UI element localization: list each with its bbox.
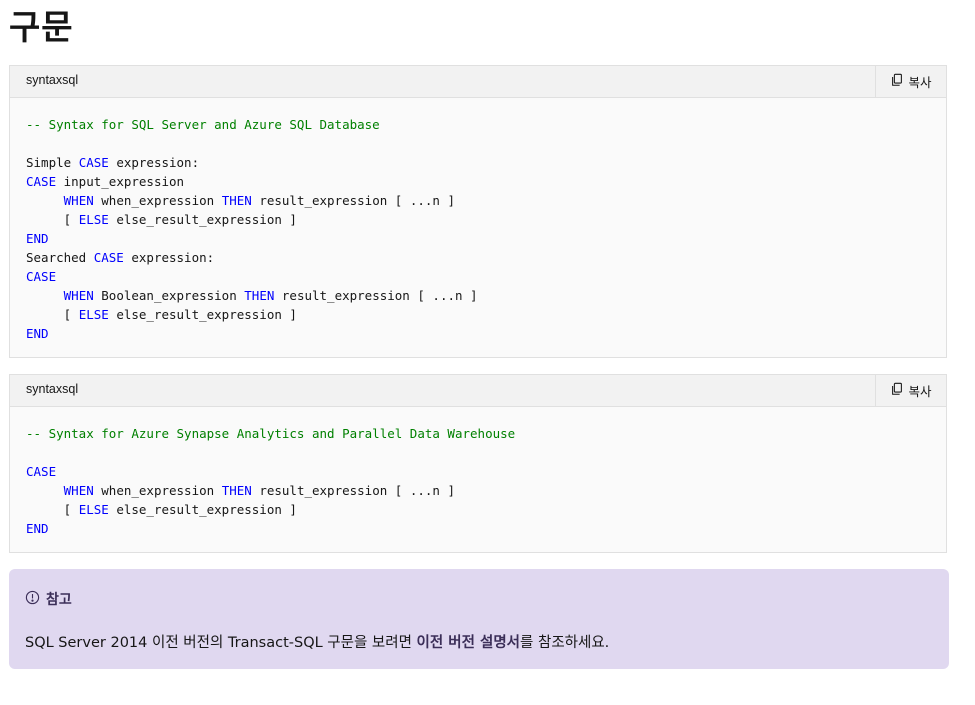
code-line: [ ELSE else_result_expression ] <box>26 500 930 519</box>
note-text-after: 를 참조하세요. <box>520 635 610 651</box>
code-text: expression: <box>123 250 215 265</box>
code-keyword: WHEN <box>63 193 94 208</box>
code-keyword: THEN <box>244 288 275 303</box>
code-text: else_result_expression ] <box>108 502 297 517</box>
note-callout: 참고 SQL Server 2014 이전 버전의 Transact-SQL 구… <box>9 569 949 669</box>
code-line: END <box>26 324 930 343</box>
copy-icon <box>890 382 904 399</box>
code-text: Searched <box>26 250 94 265</box>
code-keyword: WHEN <box>63 288 94 303</box>
code-content: -- Syntax for SQL Server and Azure SQL D… <box>10 98 946 343</box>
code-line: END <box>26 519 930 538</box>
code-keyword: THEN <box>221 483 252 498</box>
copy-button[interactable]: 복사 <box>875 375 946 406</box>
code-text: [ <box>26 307 79 322</box>
code-text: result_expression [ ...n ] <box>251 483 455 498</box>
code-text: [ <box>26 502 79 517</box>
info-circle-icon <box>25 590 40 609</box>
copy-button-label: 복사 <box>908 75 932 90</box>
code-line: [ ELSE else_result_expression ] <box>26 305 930 324</box>
code-line: WHEN when_expression THEN result_express… <box>26 481 930 500</box>
code-header: syntaxsql 복사 <box>10 375 946 407</box>
code-line: END <box>26 229 930 248</box>
code-line: -- Syntax for SQL Server and Azure SQL D… <box>26 115 930 134</box>
code-keyword: END <box>26 326 49 341</box>
copy-icon <box>890 73 904 90</box>
code-keyword: CASE <box>93 250 124 265</box>
code-text: when_expression <box>93 193 222 208</box>
code-language-label: syntaxsql <box>26 382 79 396</box>
code-keyword: END <box>26 231 49 246</box>
code-text: when_expression <box>93 483 222 498</box>
code-keyword: THEN <box>221 193 252 208</box>
code-keyword: CASE <box>26 174 57 189</box>
code-line: CASE <box>26 267 930 286</box>
note-heading: 참고 <box>25 589 72 609</box>
code-text: [ <box>26 212 79 227</box>
code-content: -- Syntax for Azure Synapse Analytics an… <box>10 407 946 538</box>
code-text: input_expression <box>56 174 185 189</box>
code-text: else_result_expression ] <box>108 307 297 322</box>
code-text: expression: <box>108 155 200 170</box>
code-keyword: WHEN <box>63 483 94 498</box>
code-block-1: syntaxsql 복사 -- Syntax for SQL Server an… <box>9 65 947 358</box>
note-body: SQL Server 2014 이전 버전의 Transact-SQL 구문을 … <box>25 631 609 652</box>
page-title: 구문 <box>9 8 74 48</box>
copy-button-label: 복사 <box>908 384 932 399</box>
code-header: syntaxsql 복사 <box>10 66 946 98</box>
code-text: Boolean_expression <box>93 288 245 303</box>
copy-button[interactable]: 복사 <box>875 66 946 97</box>
code-block-2: syntaxsql 복사 -- Syntax for Azure Synapse… <box>9 374 947 553</box>
code-line: -- Syntax for Azure Synapse Analytics an… <box>26 424 930 443</box>
code-text: else_result_expression ] <box>108 212 297 227</box>
code-keyword: ELSE <box>78 212 109 227</box>
code-keyword: ELSE <box>78 307 109 322</box>
code-text: result_expression [ ...n ] <box>274 288 478 303</box>
code-text: Simple <box>26 155 79 170</box>
code-comment: -- Syntax for Azure Synapse Analytics an… <box>26 426 516 441</box>
code-keyword: CASE <box>78 155 109 170</box>
code-line: [ ELSE else_result_expression ] <box>26 210 930 229</box>
code-comment: -- Syntax for SQL Server and Azure SQL D… <box>26 117 380 132</box>
code-line: CASE <box>26 462 930 481</box>
code-keyword: CASE <box>26 269 57 284</box>
previous-versions-link[interactable]: 이전 버전 설명서 <box>417 635 520 651</box>
code-keyword: CASE <box>26 464 57 479</box>
code-line: WHEN when_expression THEN result_express… <box>26 191 930 210</box>
code-text: result_expression [ ...n ] <box>251 193 455 208</box>
code-line: Simple CASE expression: <box>26 153 930 172</box>
note-heading-label: 참고 <box>46 592 72 608</box>
code-line: WHEN Boolean_expression THEN result_expr… <box>26 286 930 305</box>
code-keyword: ELSE <box>78 502 109 517</box>
code-line: CASE input_expression <box>26 172 930 191</box>
code-keyword: END <box>26 521 49 536</box>
code-language-label: syntaxsql <box>26 73 79 87</box>
note-text-before: SQL Server 2014 이전 버전의 Transact-SQL 구문을 … <box>25 635 417 651</box>
code-line: Searched CASE expression: <box>26 248 930 267</box>
